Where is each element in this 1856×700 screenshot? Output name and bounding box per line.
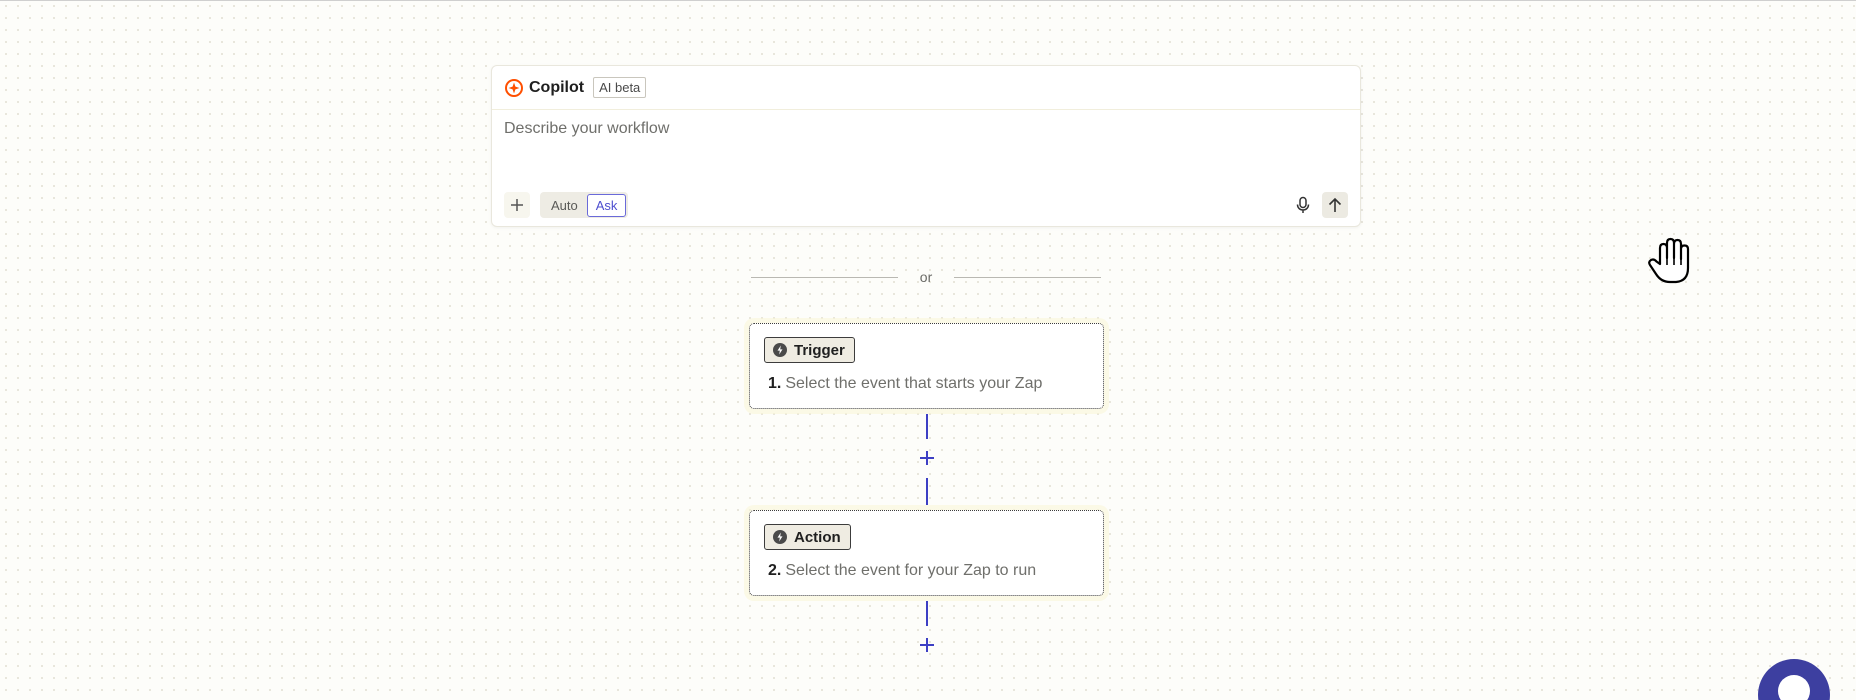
- add-step-button[interactable]: [916, 634, 938, 656]
- workflow-description-input[interactable]: [504, 120, 1324, 180]
- action-step-card[interactable]: Action 2. Select the event for your Zap t…: [749, 510, 1104, 596]
- copilot-panel: Copilot AI beta Auto Ask: [491, 65, 1361, 227]
- plus-icon: [511, 199, 523, 211]
- copilot-footer: Auto Ask: [504, 192, 1348, 218]
- help-avatar-icon: [1778, 675, 1810, 700]
- add-step-button[interactable]: [916, 447, 938, 469]
- action-pill-label: Action: [794, 528, 841, 546]
- microphone-button[interactable]: [1290, 192, 1316, 218]
- bolt-icon: [773, 530, 787, 544]
- arrow-up-icon: [1328, 197, 1342, 212]
- copilot-header: Copilot AI beta: [492, 66, 1360, 110]
- trigger-pill-label: Trigger: [794, 341, 845, 359]
- action-pill: Action: [764, 524, 851, 550]
- step-description-text: Select the event for your Zap to run: [785, 562, 1037, 579]
- bolt-icon: [773, 343, 787, 357]
- action-step-description: 2. Select the event for your Zap to run: [768, 562, 1036, 580]
- plus-icon: [920, 451, 934, 465]
- connector-line: [926, 478, 928, 505]
- add-attachment-button[interactable]: [504, 192, 530, 218]
- trigger-pill: Trigger: [764, 337, 855, 363]
- mode-ask-button[interactable]: Ask: [586, 193, 627, 217]
- microphone-icon: [1296, 196, 1310, 213]
- top-border: [0, 0, 1856, 1]
- mode-auto-button[interactable]: Auto: [542, 194, 587, 217]
- or-divider-text: or: [919, 269, 933, 285]
- connector-line: [926, 414, 928, 439]
- or-divider-left-line: [751, 276, 898, 278]
- or-divider-right-line: [954, 276, 1102, 278]
- send-button[interactable]: [1322, 192, 1348, 218]
- copilot-logo-icon: [505, 78, 523, 97]
- trigger-step-card[interactable]: Trigger 1. Select the event that starts y…: [749, 323, 1104, 409]
- step-number: 1.: [768, 375, 782, 392]
- trigger-step-description: 1. Select the event that starts your Zap: [768, 375, 1042, 393]
- hand-grab-icon: [1648, 237, 1690, 284]
- step-number: 2.: [768, 562, 782, 579]
- plus-icon: [920, 638, 934, 652]
- step-description-text: Select the event that starts your Zap: [785, 375, 1043, 392]
- mode-toggle: Auto Ask: [540, 192, 629, 218]
- or-divider: or: [751, 268, 1102, 286]
- copilot-title: Copilot: [529, 78, 585, 96]
- help-button[interactable]: [1758, 659, 1830, 700]
- connector-line: [926, 601, 928, 626]
- ai-beta-badge: AI beta: [593, 77, 647, 98]
